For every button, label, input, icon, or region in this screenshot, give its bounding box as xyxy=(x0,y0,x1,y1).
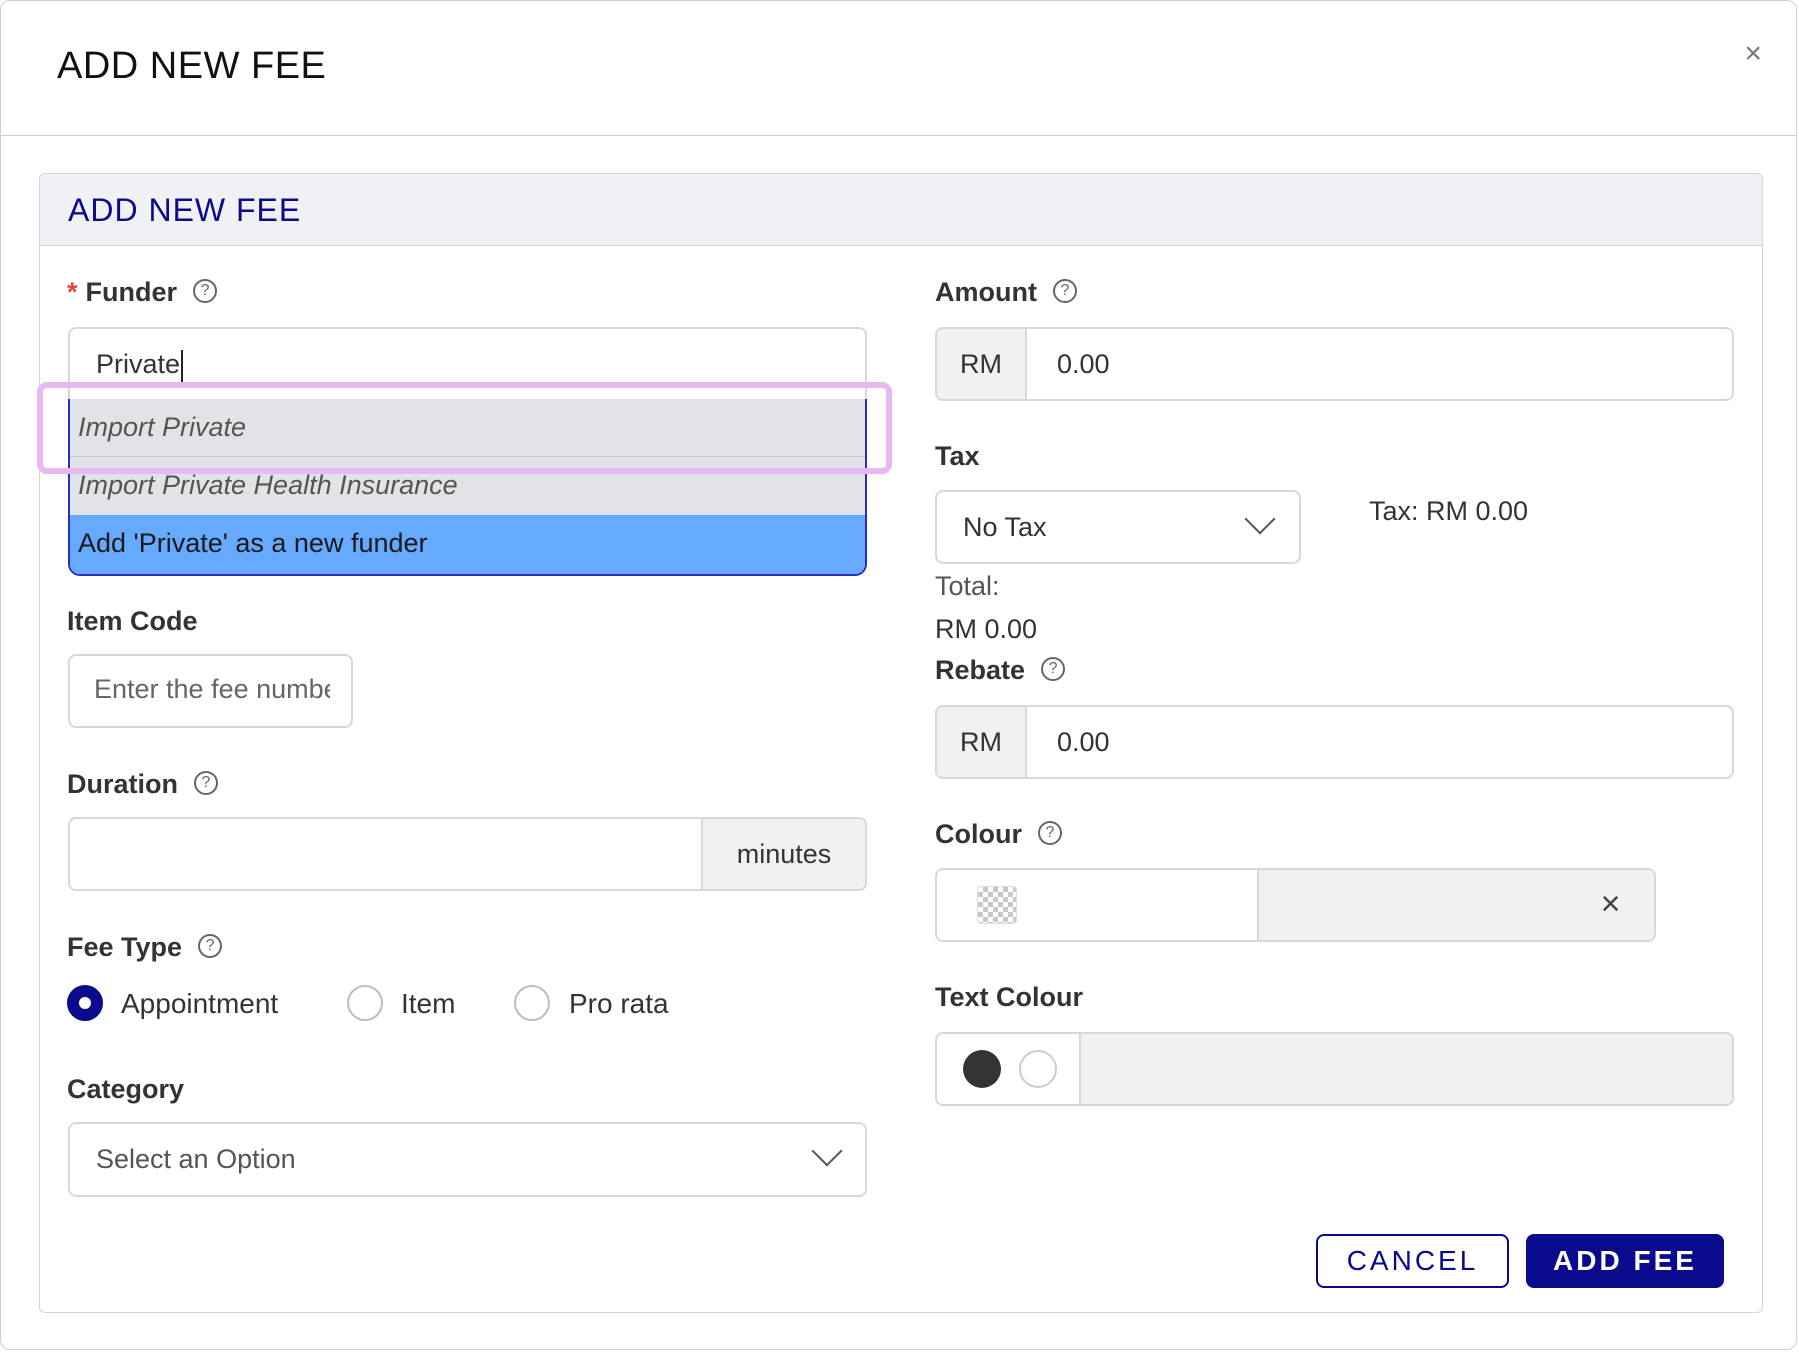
chevron-down-icon xyxy=(1244,503,1276,535)
help-icon[interactable]: ? xyxy=(1052,278,1077,303)
item-code-input[interactable] xyxy=(94,674,330,705)
text-colour-light-option[interactable] xyxy=(1019,1050,1057,1088)
funder-label: * Funder? xyxy=(67,277,218,308)
colour-picker: × xyxy=(935,868,1656,942)
funder-input-text: Private xyxy=(96,349,184,382)
funder-suggestions-dropdown: Import Private Import Private Health Ins… xyxy=(68,399,867,576)
rebate-input[interactable]: RM 0.00 xyxy=(935,705,1734,779)
text-caret xyxy=(181,349,184,382)
item-code-field[interactable] xyxy=(68,654,353,728)
amount-currency: RM xyxy=(937,329,1027,399)
rebate-label: Rebate? xyxy=(935,655,1066,686)
duration-unit: minutes xyxy=(701,819,865,889)
colour-hex-input[interactable] xyxy=(1259,870,1569,940)
amount-label: Amount? xyxy=(935,277,1077,308)
funder-input[interactable]: Private xyxy=(68,327,867,403)
rebate-currency: RM xyxy=(937,707,1027,777)
duration-input[interactable]: minutes xyxy=(68,817,867,891)
panel-header: ADD NEW FEE xyxy=(40,174,1762,246)
total-value: RM 0.00 xyxy=(935,614,1038,644)
modal-title: ADD NEW FEE xyxy=(57,45,327,87)
rebate-label-text: Rebate xyxy=(935,655,1026,685)
help-icon[interactable]: ? xyxy=(193,278,218,303)
tax-select[interactable]: No Tax xyxy=(935,490,1301,564)
required-mark: * xyxy=(67,277,78,307)
category-select[interactable]: Select an Option xyxy=(68,1122,867,1197)
colour-swatch-button[interactable] xyxy=(937,870,1259,940)
radio-appointment[interactable] xyxy=(67,985,103,1021)
amount-label-text: Amount xyxy=(935,277,1037,307)
amount-input[interactable]: RM 0.00 xyxy=(935,327,1734,401)
amount-value: 0.00 xyxy=(1057,349,1110,379)
colour-label-text: Colour xyxy=(935,819,1022,849)
close-icon[interactable]: × xyxy=(1744,39,1762,69)
radio-pro-rata[interactable] xyxy=(514,985,550,1021)
radio-item[interactable] xyxy=(347,985,383,1021)
add-fee-modal: ADD NEW FEE × ADD NEW FEE * Funder? Priva… xyxy=(0,0,1797,1350)
duration-label-text: Duration xyxy=(67,769,178,799)
item-code-label: Item Code xyxy=(67,606,198,636)
colour-label: Colour? xyxy=(935,819,1062,850)
suggestion-import-private-health-insurance[interactable]: Import Private Health Insurance xyxy=(70,457,865,515)
funder-label-text: Funder xyxy=(85,277,178,307)
modal-header: ADD NEW FEE × xyxy=(1,1,1796,136)
duration-label: Duration? xyxy=(67,769,218,800)
category-placeholder: Select an Option xyxy=(96,1144,296,1174)
help-icon[interactable]: ? xyxy=(198,933,223,958)
radio-appointment-label[interactable]: Appointment xyxy=(121,988,278,1020)
category-label: Category xyxy=(67,1074,185,1104)
help-icon[interactable]: ? xyxy=(1038,820,1062,845)
text-colour-preview xyxy=(1081,1034,1732,1104)
clear-colour-icon[interactable]: × xyxy=(1567,870,1654,940)
text-colour-label: Text Colour xyxy=(935,982,1083,1012)
tax-label: Tax xyxy=(935,441,980,471)
fee-type-label: Fee Type? xyxy=(67,932,223,963)
cancel-button[interactable]: CANCEL xyxy=(1316,1234,1509,1288)
add-fee-button[interactable]: ADD FEE xyxy=(1526,1234,1724,1288)
text-colour-picker xyxy=(935,1032,1734,1106)
panel-title: ADD NEW FEE xyxy=(68,192,302,228)
tax-selected-value: No Tax xyxy=(963,512,1047,542)
suggestion-add-new-funder[interactable]: Add 'Private' as a new funder xyxy=(70,515,865,574)
rebate-value: 0.00 xyxy=(1057,727,1110,757)
fee-type-label-text: Fee Type xyxy=(67,932,183,962)
text-colour-dark-option[interactable] xyxy=(963,1050,1001,1088)
help-icon[interactable]: ? xyxy=(194,770,218,795)
radio-item-label[interactable]: Item xyxy=(401,988,455,1020)
transparent-swatch-icon xyxy=(977,886,1017,924)
chevron-down-icon xyxy=(811,1135,843,1167)
funder-input-value: Private xyxy=(96,349,181,379)
suggestion-import-private[interactable]: Import Private xyxy=(70,399,865,457)
text-colour-options xyxy=(937,1034,1081,1104)
total-label: Total: xyxy=(935,571,1000,601)
help-icon[interactable]: ? xyxy=(1041,656,1066,681)
radio-pro-rata-label[interactable]: Pro rata xyxy=(569,988,669,1020)
tax-summary: Tax: RM 0.00 xyxy=(1369,496,1529,526)
